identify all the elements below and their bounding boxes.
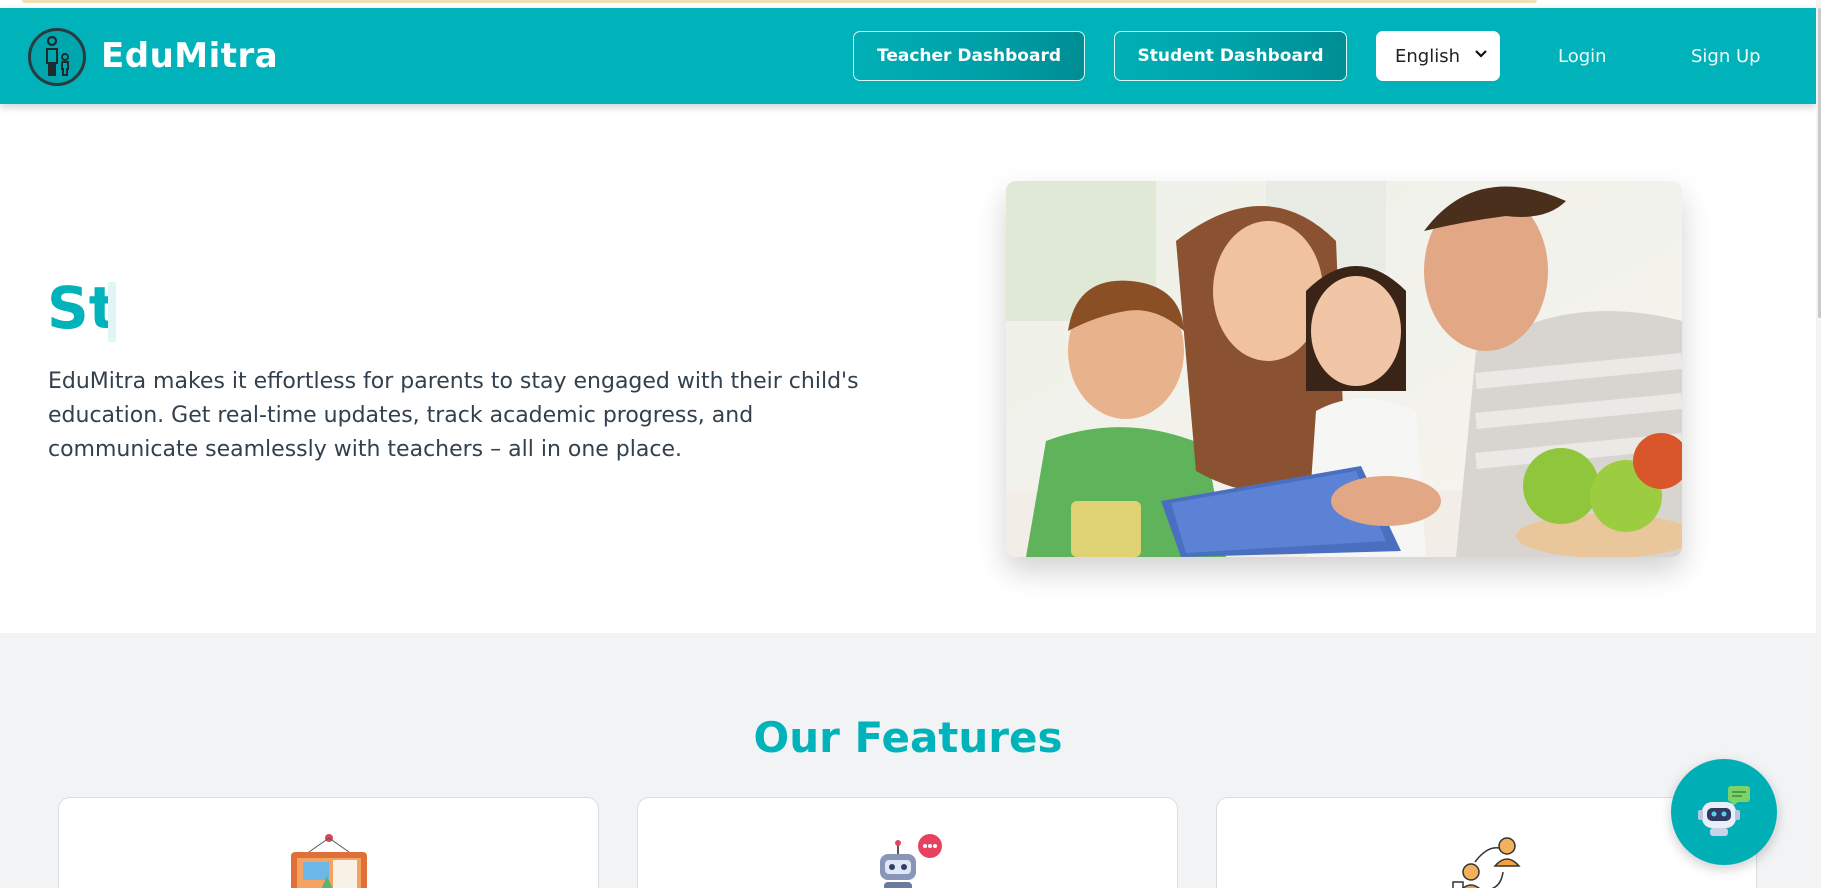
robot-chat-icon — [868, 834, 948, 888]
teacher-dashboard-button[interactable]: Teacher Dashboard — [853, 31, 1085, 81]
typing-cursor — [108, 282, 116, 342]
feature-card[interactable] — [637, 797, 1178, 888]
notice-board-icon — [289, 834, 369, 888]
chatbot-button[interactable] — [1671, 759, 1777, 865]
signup-link[interactable]: Sign Up — [1691, 46, 1761, 67]
login-link[interactable]: Login — [1558, 46, 1607, 67]
family-tablet-image — [1006, 181, 1682, 557]
brand-name[interactable]: EduMitra — [101, 36, 278, 76]
feature-card[interactable] — [58, 797, 599, 888]
page-scrollbar[interactable] — [1816, 0, 1821, 888]
language-select[interactable]: English — [1376, 31, 1500, 81]
features-title: Our Features — [753, 713, 1063, 762]
language-selected-value: English — [1395, 45, 1460, 67]
hero-description: EduMitra makes it effortless for parents… — [48, 369, 859, 462]
site-header: EduMitra Teacher Dashboard Student Dashb… — [0, 8, 1816, 104]
hero-title: St — [47, 274, 117, 342]
student-dashboard-button[interactable]: Student Dashboard — [1114, 31, 1347, 81]
browser-top-strip — [0, 0, 1821, 8]
parent-child-logo-icon[interactable] — [28, 28, 86, 86]
people-connect-icon — [1447, 834, 1527, 888]
chatbot-icon — [1694, 780, 1754, 844]
chevron-down-icon — [1474, 44, 1488, 68]
